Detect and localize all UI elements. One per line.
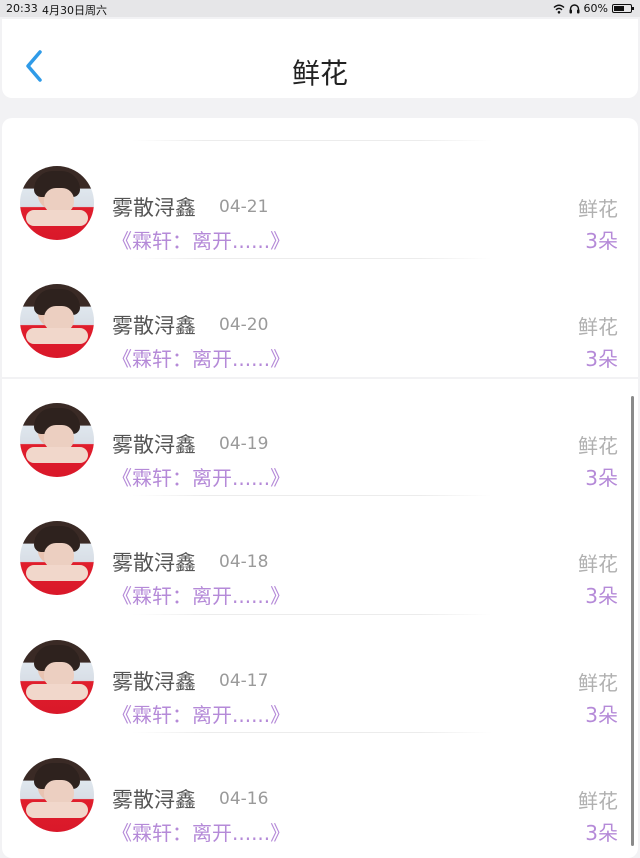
avatar[interactable] [20, 166, 94, 240]
item-message: 《霖轩：离开......》 [112, 229, 291, 253]
status-time: 20:33 [6, 2, 38, 15]
flower-list: 雾散浔鑫 04-21 《霖轩：离开......》 鲜花 3朵 雾散浔鑫 04-2… [2, 118, 638, 858]
item-message: 《霖轩：离开......》 [112, 584, 291, 608]
list-item[interactable]: 雾散浔鑫 04-18 《霖轩：离开......》 鲜花 3朵 [2, 495, 638, 613]
sender-name: 雾散浔鑫 [112, 670, 196, 694]
list-item[interactable]: 雾散浔鑫 04-20 《霖轩：离开......》 鲜花 3朵 [2, 258, 638, 376]
item-message: 《霖轩：离开......》 [112, 466, 291, 490]
gift-count: 3朵 [585, 584, 618, 608]
wifi-icon [553, 4, 565, 14]
gift-count: 3朵 [585, 229, 618, 253]
gift-count: 3朵 [585, 703, 618, 727]
item-date: 04-19 [219, 434, 269, 454]
avatar[interactable] [20, 640, 94, 714]
gift-type: 鲜花 [578, 671, 618, 695]
status-bar: 20:33 4月30日周六 60% [0, 0, 640, 17]
sender-name: 雾散浔鑫 [112, 196, 196, 220]
item-date: 04-16 [219, 789, 269, 809]
divider [132, 614, 492, 615]
scrollbar[interactable] [631, 396, 634, 846]
divider [132, 495, 492, 496]
battery-icon [612, 4, 634, 13]
sender-name: 雾散浔鑫 [112, 551, 196, 575]
sender-name: 雾散浔鑫 [112, 314, 196, 338]
gift-count: 3朵 [585, 347, 618, 371]
gift-type: 鲜花 [578, 315, 618, 339]
list-item[interactable]: 雾散浔鑫 04-19 《霖轩：离开......》 鲜花 3朵 [2, 377, 638, 495]
avatar[interactable] [20, 403, 94, 477]
list-item[interactable]: 雾散浔鑫 04-21 《霖轩：离开......》 鲜花 3朵 [2, 140, 638, 258]
gift-type: 鲜花 [578, 197, 618, 221]
avatar[interactable] [20, 284, 94, 358]
gift-type: 鲜花 [578, 789, 618, 813]
battery-percent: 60% [583, 2, 608, 15]
item-date: 04-20 [219, 315, 269, 335]
status-date: 4月30日周六 [42, 4, 107, 17]
divider [132, 258, 492, 259]
gift-count: 3朵 [585, 821, 618, 845]
sender-name: 雾散浔鑫 [112, 788, 196, 812]
page-title: 鲜花 [291, 57, 348, 90]
sender-name: 雾散浔鑫 [112, 433, 196, 457]
divider [132, 140, 492, 141]
item-date: 04-17 [219, 671, 269, 691]
item-message: 《霖轩：离开......》 [112, 703, 291, 727]
nav-header: 鲜花 [2, 19, 638, 98]
avatar[interactable] [20, 521, 94, 595]
item-date: 04-21 [219, 197, 269, 217]
gift-type: 鲜花 [578, 434, 618, 458]
gift-type: 鲜花 [578, 552, 618, 576]
list-item[interactable]: 雾散浔鑫 04-17 《霖轩：离开......》 鲜花 3朵 [2, 614, 638, 732]
avatar[interactable] [20, 758, 94, 832]
headphones-icon [569, 3, 580, 13]
item-date: 04-18 [219, 552, 269, 572]
gift-count: 3朵 [585, 466, 618, 490]
item-message: 《霖轩：离开......》 [112, 821, 291, 845]
item-message: 《霖轩：离开......》 [112, 347, 291, 371]
list-item[interactable]: 雾散浔鑫 04-16 《霖轩：离开......》 鲜花 3朵 [2, 732, 638, 850]
divider [132, 732, 492, 733]
status-right: 60% [553, 2, 634, 15]
